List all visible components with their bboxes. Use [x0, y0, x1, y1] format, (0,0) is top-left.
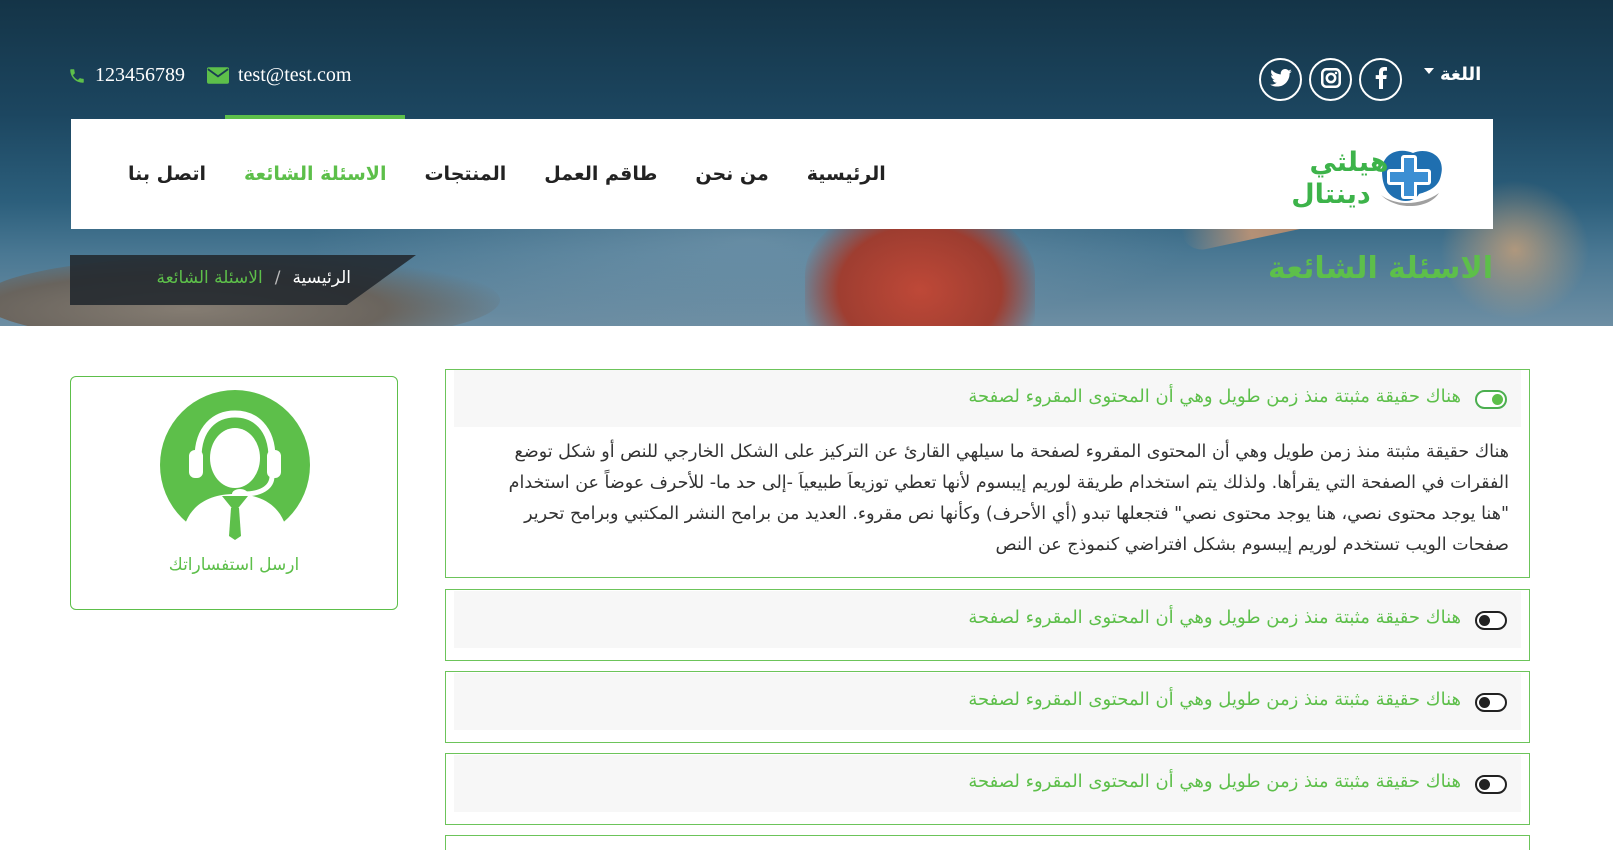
faq-question-text: هناك حقيقة مثبتة منذ زمن طويل وهي أن الم… — [968, 607, 1461, 628]
nav-item-team[interactable]: طاقم العمل — [525, 119, 676, 229]
nav-item-label: اتصل بنا — [128, 163, 206, 185]
faq-answer: هناك حقيقة مثبتة منذ زمن طويل وهي أن الم… — [508, 442, 1509, 555]
email-address: test@test.com — [238, 64, 352, 86]
breadcrumb-current: الاسئلة الشائعة — [156, 268, 263, 288]
toggle-knob — [1479, 697, 1490, 708]
facebook-icon — [1375, 66, 1387, 93]
phone-number: 123456789 — [95, 64, 185, 86]
toggle-knob — [1492, 394, 1503, 405]
faq-toggle[interactable] — [1475, 775, 1507, 794]
site-logo[interactable]: هيلثي دينتال — [1269, 141, 1449, 211]
main-navbar: هيلثي دينتال الرئيسية من نحن طاقم العمل … — [71, 115, 1493, 229]
faq-question-text: هناك حقيقة مثبتة منذ زمن طويل وهي أن الم… — [968, 386, 1461, 407]
customer-support-icon — [160, 390, 310, 540]
nav-item-label: المنتجات — [424, 163, 507, 185]
faq-question[interactable]: هناك حقيقة مثبتة منذ زمن طويل وهي أن الم… — [454, 591, 1521, 648]
svg-text:دينتال: دينتال — [1291, 179, 1371, 210]
inquiry-card[interactable]: ارسل استفساراتك — [70, 376, 398, 610]
nav-item-products[interactable]: المنتجات — [405, 119, 525, 229]
nav-item-label: طاقم العمل — [544, 163, 658, 185]
instagram-link[interactable] — [1309, 58, 1352, 101]
send-inquiry-label: ارسل استفساراتك — [168, 555, 300, 575]
faq-toggle[interactable] — [1475, 611, 1507, 630]
faq-item: هناك حقيقة مثبتة منذ زمن طويل وهي أن الم… — [445, 589, 1530, 661]
faq-toggle[interactable] — [1475, 693, 1507, 712]
svg-text:هيلثي: هيلثي — [1309, 147, 1388, 178]
nav-item-label: من نحن — [695, 163, 769, 185]
phone-icon — [68, 67, 86, 85]
faq-item: هناك حقيقة مثبتة منذ زمن طويل وهي أن الم… — [445, 671, 1530, 743]
nav-item-label: الرئيسية — [806, 163, 886, 185]
faq-question[interactable]: هناك حقيقة مثبتة منذ زمن طويل وهي أن الم… — [454, 755, 1521, 812]
nav-item-label: الاسئلة الشائعة — [243, 163, 387, 185]
breadcrumb-home-link[interactable]: الرئيسية — [292, 268, 351, 288]
instagram-icon — [1320, 67, 1341, 92]
language-dropdown[interactable]: اللغة — [1424, 64, 1481, 85]
nav-item-about[interactable]: من نحن — [676, 119, 787, 229]
nav-item-faq[interactable]: الاسئلة الشائعة — [224, 115, 406, 229]
page-title: الاسئلة الشائعة — [1268, 251, 1493, 286]
faq-toggle[interactable] — [1475, 390, 1507, 409]
language-label: اللغة — [1440, 64, 1482, 85]
tooth-cross-icon: هيلثي دينتال — [1291, 147, 1442, 210]
faq-question[interactable]: هناك حقيقة مثبتة منذ زمن طويل وهي أن الم… — [454, 673, 1521, 730]
contact-info: 123456789 test@test.com — [68, 64, 351, 87]
toggle-knob — [1479, 615, 1490, 626]
nav-item-contact[interactable]: اتصل بنا — [109, 119, 225, 229]
top-bar: 123456789 test@test.com اللغة — [0, 58, 1613, 104]
faq-item-partial — [445, 835, 1530, 850]
caret-down-icon — [1424, 67, 1434, 74]
twitter-icon — [1269, 68, 1292, 91]
social-links — [1259, 58, 1402, 101]
envelope-icon — [207, 67, 229, 84]
faq-item: هناك حقيقة مثبتة منذ زمن طويل وهي أن الم… — [445, 753, 1530, 825]
twitter-link[interactable] — [1259, 58, 1302, 101]
faq-question-text: هناك حقيقة مثبتة منذ زمن طويل وهي أن الم… — [968, 689, 1461, 710]
faq-item: هناك حقيقة مثبتة منذ زمن طويل وهي أن الم… — [445, 369, 1530, 578]
phone-contact[interactable]: 123456789 — [68, 64, 185, 87]
faq-question-text: هناك حقيقة مثبتة منذ زمن طويل وهي أن الم… — [968, 771, 1461, 792]
email-contact[interactable]: test@test.com — [207, 64, 351, 87]
toggle-knob — [1479, 779, 1490, 790]
main-menu: الرئيسية من نحن طاقم العمل المنتجات الاس… — [109, 115, 905, 229]
facebook-link[interactable] — [1359, 58, 1402, 101]
nav-item-home[interactable]: الرئيسية — [788, 119, 905, 229]
breadcrumb-separator: / — [274, 268, 281, 288]
faq-question[interactable]: هناك حقيقة مثبتة منذ زمن طويل وهي أن الم… — [454, 370, 1521, 427]
